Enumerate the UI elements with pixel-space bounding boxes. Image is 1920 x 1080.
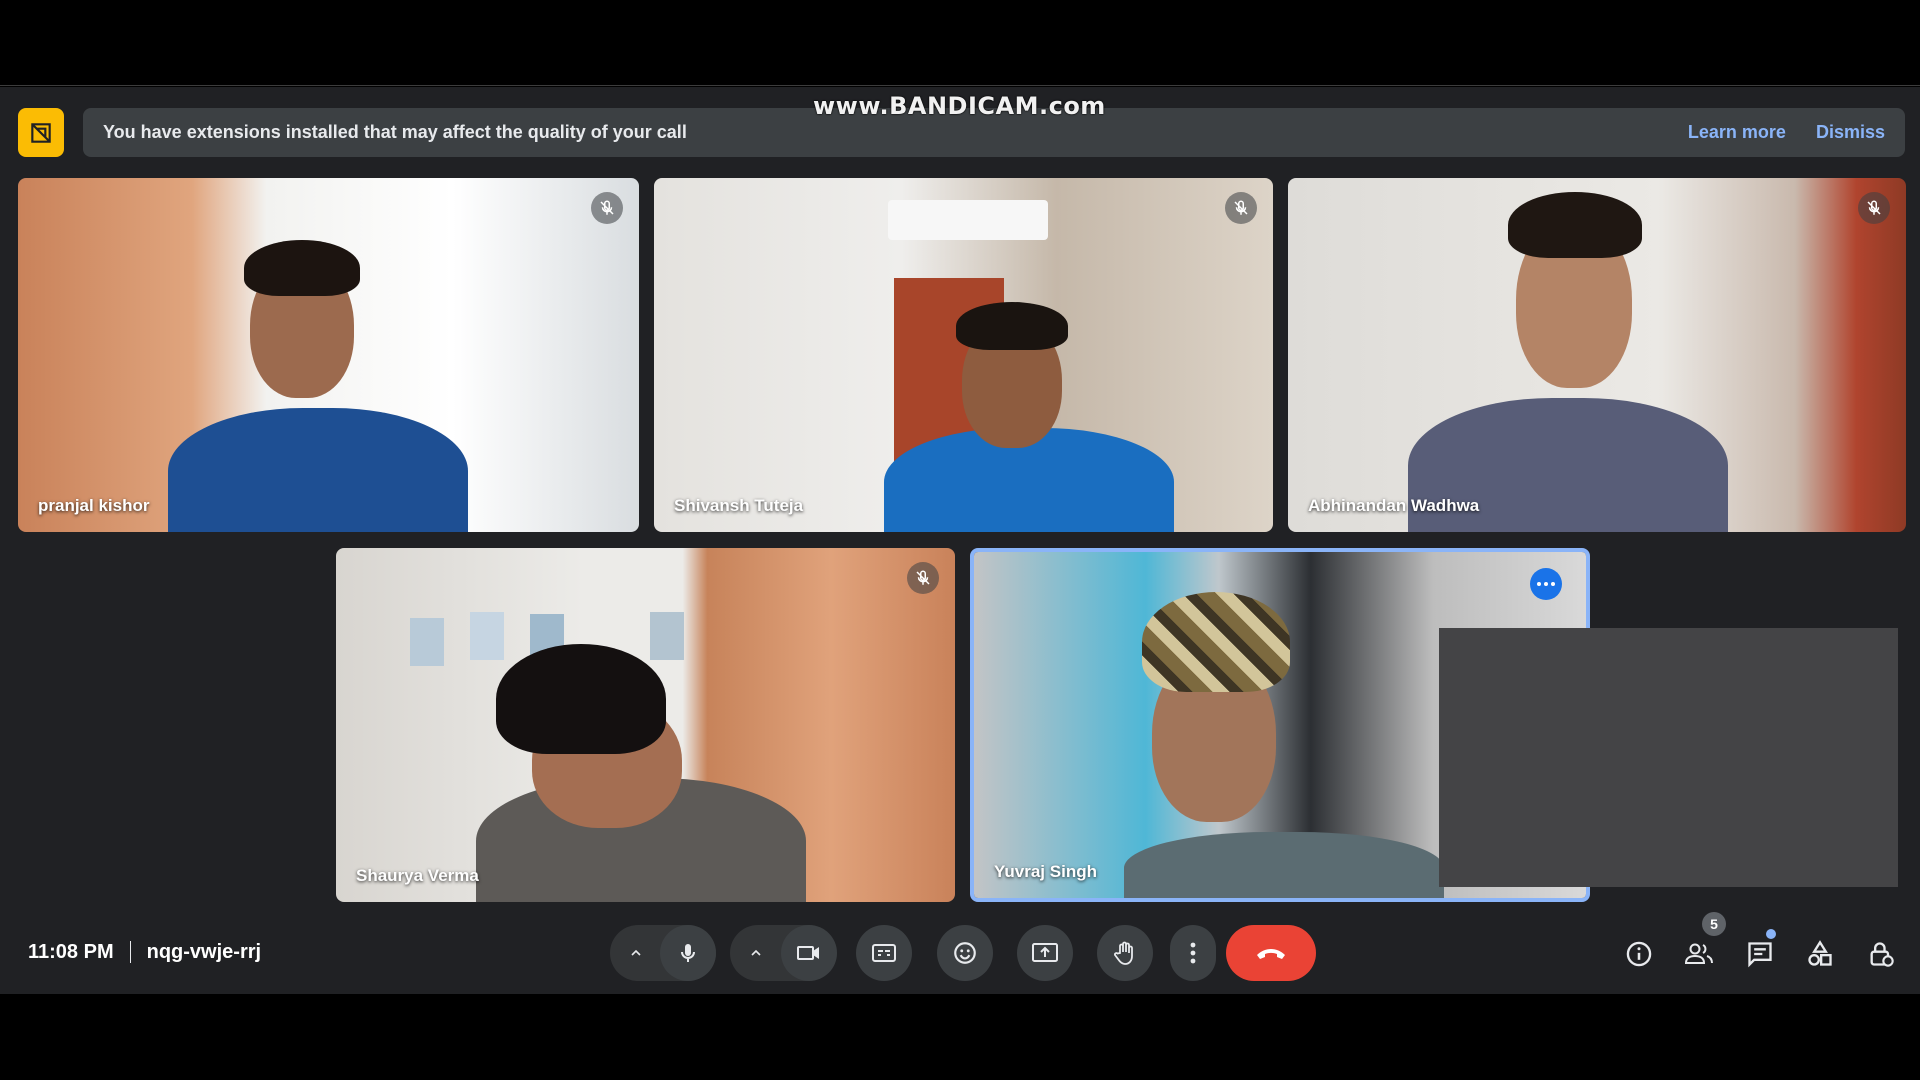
participant-tile[interactable]: Shivansh Tuteja (654, 178, 1273, 532)
chat-icon (1748, 942, 1772, 968)
more-vert-icon (1190, 942, 1196, 964)
wall-poster (470, 612, 504, 660)
chat-button[interactable] (1744, 938, 1776, 970)
dismiss-button[interactable]: Dismiss (1816, 122, 1885, 143)
hang-up-icon (1257, 949, 1285, 959)
more-options-button[interactable] (1170, 925, 1216, 981)
muted-mic-icon (907, 562, 939, 594)
muted-mic-icon (1225, 192, 1257, 224)
person-silhouette (168, 408, 468, 532)
raise-hand-button[interactable] (1097, 925, 1153, 981)
person-silhouette (1124, 832, 1444, 898)
microphone-button[interactable] (660, 925, 716, 981)
video-camera-icon (797, 946, 819, 960)
participant-name: pranjal kishor (38, 496, 150, 515)
leave-call-button[interactable] (1226, 925, 1316, 981)
person-hair (496, 644, 666, 754)
present-screen-icon (1032, 943, 1058, 962)
participant-tile[interactable]: Shaurya Verma (336, 548, 955, 902)
letterbox-top (0, 0, 1920, 86)
participant-tile[interactable]: pranjal kishor (18, 178, 639, 532)
participant-name: Shivansh Tuteja (674, 496, 804, 515)
lock-person-icon (1870, 942, 1894, 967)
participant-name: Yuvraj Singh (994, 862, 1097, 881)
more-options-icon[interactable] (1530, 568, 1562, 600)
participant-name: Shaurya Verma (356, 866, 479, 885)
emoji-reactions-button[interactable] (937, 925, 993, 981)
chat-notification-dot (1766, 929, 1776, 939)
recorder-watermark: www.BANDICAM.com (813, 92, 1106, 120)
air-conditioner (888, 200, 1048, 240)
person-hair (244, 240, 360, 296)
captions-icon (872, 944, 896, 962)
emoji-icon (954, 942, 976, 964)
captions-button[interactable] (856, 925, 912, 981)
banner-message: You have extensions installed that may a… (103, 122, 687, 142)
activities-icon (1808, 940, 1832, 966)
person-hair (956, 302, 1068, 350)
people-button[interactable] (1683, 938, 1715, 970)
activities-button[interactable] (1804, 938, 1836, 970)
chevron-up-icon (631, 949, 641, 956)
wall-poster (410, 618, 444, 666)
hand-icon (1114, 941, 1133, 965)
muted-mic-icon (1858, 192, 1890, 224)
participant-tile[interactable]: Abhinandan Wadhwa (1288, 178, 1906, 532)
turban (1142, 592, 1290, 692)
person-hair (1508, 192, 1642, 258)
letterbox-bottom (0, 994, 1920, 1080)
present-screen-button[interactable] (1017, 925, 1073, 981)
meeting-details-button[interactable] (1623, 938, 1655, 970)
microphone-icon (681, 944, 695, 962)
host-controls-button[interactable] (1865, 938, 1897, 970)
muted-mic-icon (591, 192, 623, 224)
chevron-up-icon (751, 949, 761, 956)
people-count-badge: 5 (1702, 912, 1726, 936)
self-view-placeholder (1439, 628, 1898, 887)
info-icon (1626, 941, 1652, 967)
wall-poster (650, 612, 684, 660)
people-icon (1684, 943, 1713, 964)
extension-warning-icon (18, 108, 64, 157)
learn-more-link[interactable]: Learn more (1688, 122, 1786, 143)
camera-button[interactable] (781, 925, 837, 981)
participant-name: Abhinandan Wadhwa (1308, 496, 1480, 515)
